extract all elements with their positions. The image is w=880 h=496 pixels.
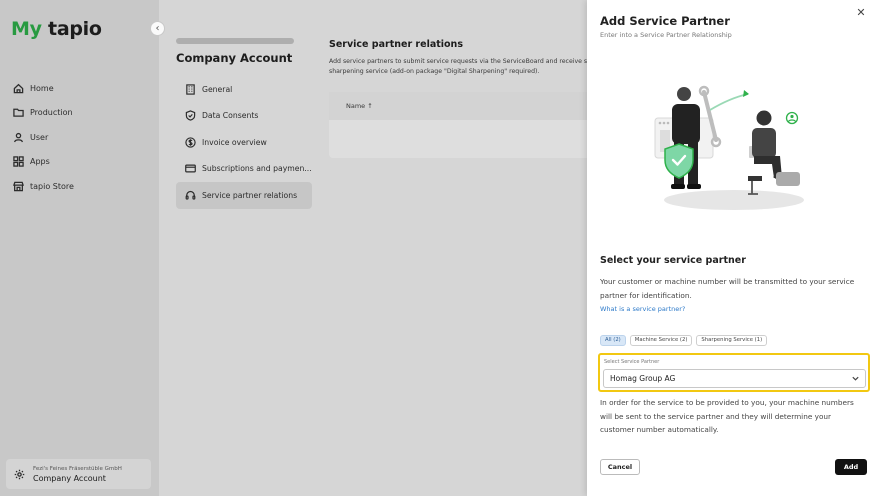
filter-chip-all[interactable]: All (2) xyxy=(600,335,626,346)
drawer-title: Add Service Partner xyxy=(600,14,730,28)
chevron-left-icon: ‹ xyxy=(155,23,160,34)
what-is-service-partner-link[interactable]: What is a service partner? xyxy=(600,305,685,313)
service-partner-select-field: Select Service Partner Homag Group AG xyxy=(598,353,870,392)
modal-backdrop[interactable] xyxy=(0,0,587,496)
close-button[interactable]: ✕ xyxy=(854,6,868,20)
close-icon: ✕ xyxy=(856,6,866,19)
chevron-down-icon xyxy=(852,376,859,381)
select-label: Select Service Partner xyxy=(604,359,660,365)
service-partner-illustration xyxy=(654,85,804,210)
machine-numbers-note: In order for the service to be provided … xyxy=(600,398,854,434)
add-button[interactable]: Add xyxy=(835,459,867,475)
intro-text: Your customer or machine number will be … xyxy=(600,277,855,300)
filter-chip-machine-service[interactable]: Machine Service (2) xyxy=(629,335,693,346)
select-value: Homag Group AG xyxy=(610,374,676,383)
filter-chip-sharpening-service[interactable]: Sharpening Service (1) xyxy=(696,335,768,346)
cancel-button[interactable]: Cancel xyxy=(600,459,640,475)
add-service-partner-drawer: Add Service Partner Enter into a Service… xyxy=(587,0,880,496)
collapse-sidebar-button[interactable]: ‹ xyxy=(150,21,165,36)
drawer-subtitle: Enter into a Service Partner Relationshi… xyxy=(600,31,732,39)
service-partner-select[interactable]: Homag Group AG xyxy=(603,369,866,388)
filter-chips: All (2) Machine Service (2) Sharpening S… xyxy=(600,335,768,346)
select-partner-heading: Select your service partner xyxy=(600,255,746,266)
